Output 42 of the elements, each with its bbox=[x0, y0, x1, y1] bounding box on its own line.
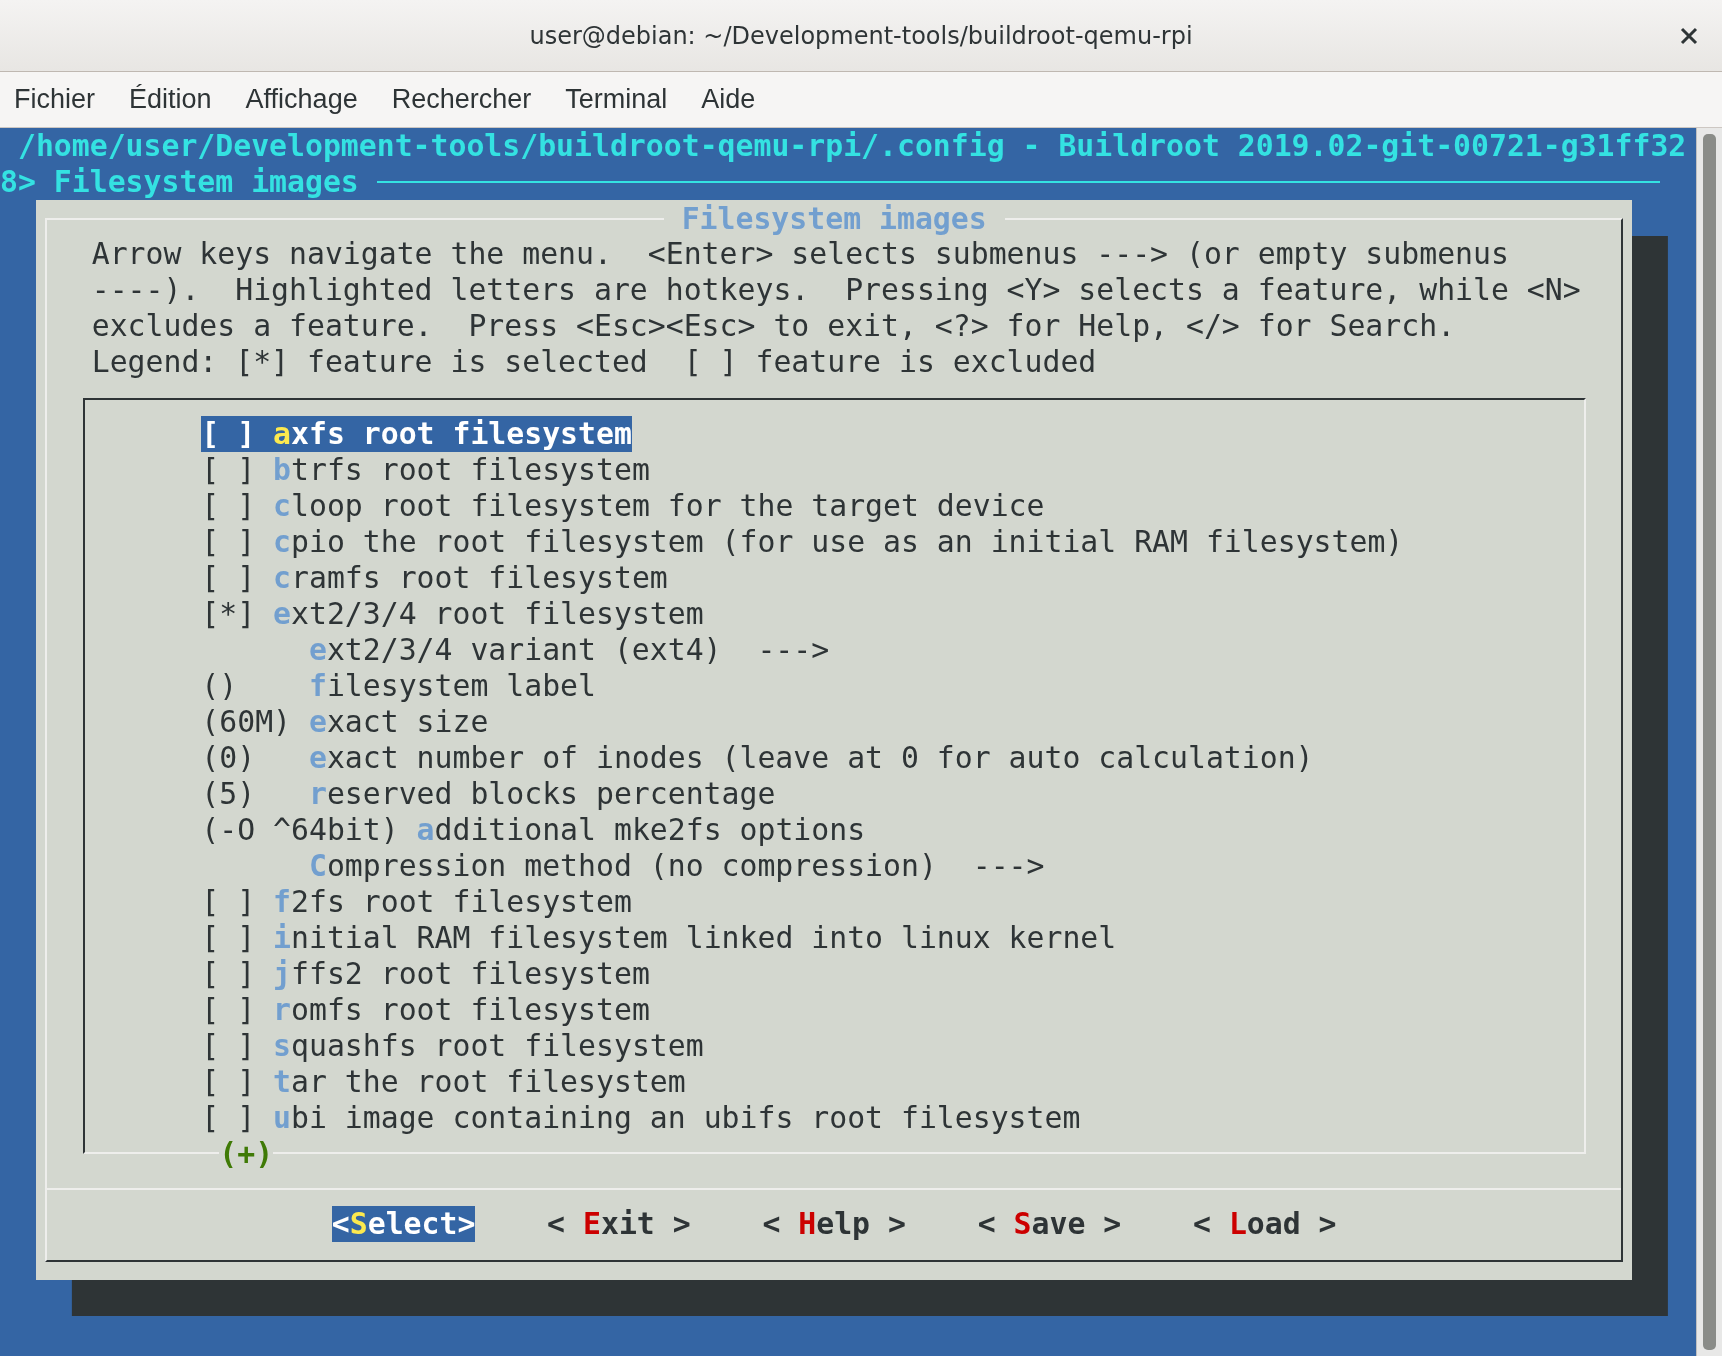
dialog-button[interactable]: < Exit > bbox=[547, 1206, 691, 1242]
help-text-line: Arrow keys navigate the menu. <Enter> selects submenus ---> (or empty submenus bbox=[91, 236, 1510, 272]
menu-item[interactable]: [ ] f2fs root filesystem bbox=[201, 884, 632, 920]
menu-item[interactable]: Rechercher bbox=[391, 84, 532, 115]
close-icon[interactable] bbox=[1680, 27, 1698, 45]
menu-item[interactable]: Terminal bbox=[565, 84, 668, 115]
window-title: user@debian: ~/Development-tools/buildroot-qemu-rpi bbox=[529, 21, 1193, 50]
menu-item[interactable]: Aide bbox=[701, 84, 756, 115]
menu-item[interactable]: (-O ^64bit) additional mke2fs options bbox=[201, 812, 866, 848]
dialog-title: Filesystem images bbox=[663, 201, 1005, 237]
help-text-line: excludes a feature. Press <Esc><Esc> to exit, <?> for Help, </> for Search. bbox=[91, 308, 1457, 344]
menu-item[interactable]: [ ] ubi image containing an ubifs root filesystem bbox=[201, 1100, 1081, 1136]
menu-item[interactable]: Compression method (no compression) ---> bbox=[201, 848, 1045, 884]
scrollbar[interactable] bbox=[1696, 128, 1722, 1356]
menu-item[interactable]: [ ] j ffs2 root filesystem bbox=[201, 956, 650, 992]
dialog-button[interactable]: <Select> bbox=[331, 1206, 476, 1242]
menu-item[interactable]: [*] ext2/3/4 root filesystem bbox=[201, 596, 704, 632]
dialog-button[interactable]: < Help > bbox=[762, 1206, 906, 1242]
menu-item[interactable]: [ ] romfs root filesystem bbox=[201, 992, 650, 1028]
menu-item[interactable]: [ ] axfs root filesystem bbox=[201, 416, 632, 452]
menu-item[interactable]: [ ] cloop root filesystem for the target device bbox=[201, 488, 1045, 524]
menu-item[interactable]: [ ] squashfs root filesystem bbox=[201, 1028, 704, 1064]
menu-item[interactable]: ext2/3/4 variant (ext4) ---> bbox=[201, 632, 830, 668]
dialog-button[interactable]: < Save > bbox=[977, 1206, 1122, 1242]
menu-item[interactable]: () filesystem label bbox=[201, 668, 596, 704]
help-text-line: Legend: [*] feature is selected [ ] feature is excluded bbox=[91, 344, 1098, 380]
menu-item[interactable]: [ ] c ramfs root filesystem bbox=[201, 560, 668, 596]
menu-item[interactable]: [ ] tar the root filesystem bbox=[201, 1064, 686, 1100]
menu-item[interactable]: (0) exact number of inodes (leave at 0 for auto calculation) bbox=[201, 740, 1314, 776]
menu-item[interactable]: [ ] cpio the root filesystem (for use as an initial RAM filesystem) bbox=[201, 524, 1404, 560]
help-text-line: ----). Highlighted letters are hotkeys. Pressing <Y> selects a feature, while <N> bbox=[91, 272, 1582, 308]
menu-item[interactable]: Affichage bbox=[245, 84, 358, 115]
breadcrumb-text: 8> Filesystem images bbox=[0, 164, 359, 200]
scrollbar-thumb[interactable] bbox=[1703, 134, 1716, 1350]
dialog-button[interactable]: < Load > bbox=[1193, 1206, 1337, 1242]
menu-item[interactable]: Édition bbox=[129, 84, 212, 115]
menu-item[interactable]: [ ] initial RAM filesystem linked into linux kernel bbox=[201, 920, 1117, 956]
menu-item[interactable]: (60M) exact size bbox=[201, 704, 489, 740]
menu-item[interactable]: Fichier bbox=[14, 84, 95, 115]
menu-item[interactable]: (5) reserved blocks percentage bbox=[201, 776, 776, 812]
menu-item[interactable]: [ ] btrfs root filesystem bbox=[201, 452, 650, 488]
backtitle-text: /home/user/Development-tools/buildroot-qemu-rpi/.config - Buildroot 2019.02-git-00721-g31ff32 bbox=[16, 128, 1687, 164]
